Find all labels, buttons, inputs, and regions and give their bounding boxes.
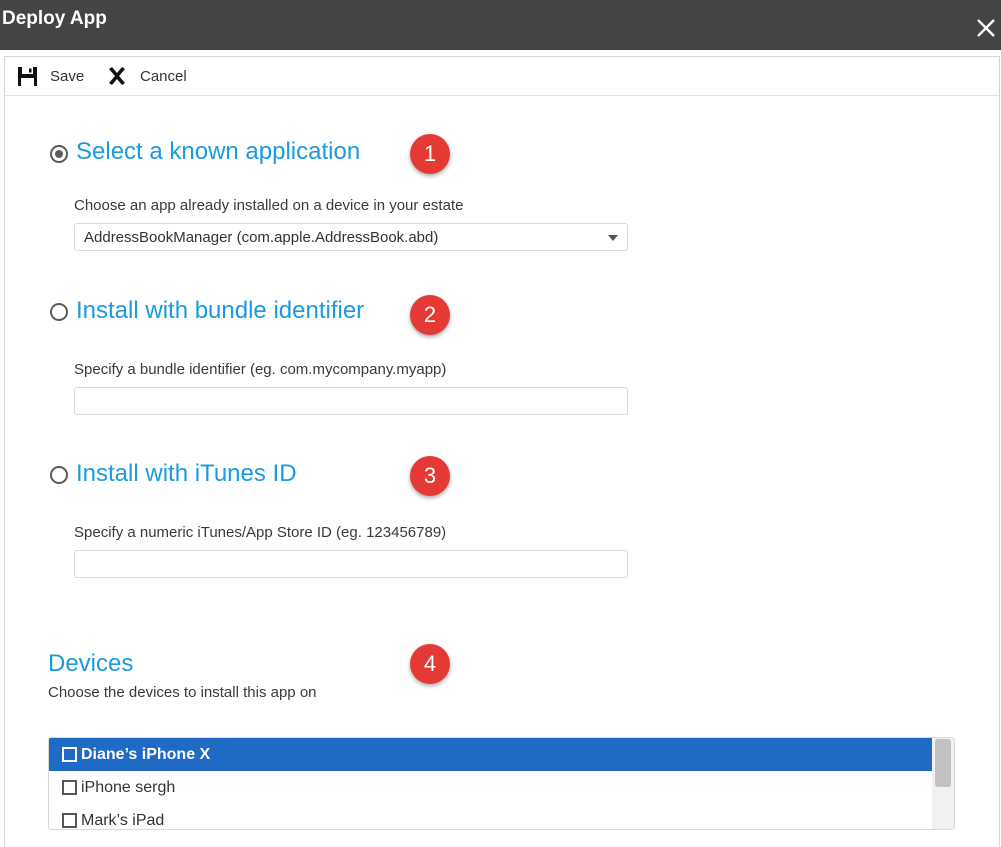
toolbar: Save Cancel [4, 56, 1000, 96]
device-label: Mark’s iPad [81, 811, 165, 829]
scrollbar-thumb[interactable] [935, 739, 951, 787]
step-badge-2: 2 [410, 295, 450, 335]
save-label: Save [50, 67, 85, 85]
step-badge-3: 3 [410, 456, 450, 496]
bundle-identifier-input[interactable] [74, 387, 628, 415]
x-icon [109, 67, 125, 85]
device-label: iPhone sergh [81, 778, 176, 796]
step-badge-4: 4 [410, 644, 450, 684]
device-row[interactable]: Diane’s iPhone X [49, 738, 933, 771]
dialog-titlebar: Deploy App [0, 0, 1001, 50]
dialog-content: Select a known application 1 Choose an a… [4, 95, 1000, 847]
option-heading-known-application[interactable]: Select a known application [76, 138, 360, 166]
bundle-identifier-label: Specify a bundle identifier (eg. com.myc… [74, 361, 447, 378]
device-label: Diane’s iPhone X [81, 745, 211, 763]
save-button[interactable]: Save [17, 57, 84, 95]
scrollbar[interactable] [932, 738, 954, 829]
radio-known-application[interactable] [50, 145, 68, 163]
dropdown-arrow-icon [608, 235, 618, 241]
select-value: AddressBookManager (com.apple.AddressBoo… [84, 229, 439, 246]
known-application-select[interactable]: AddressBookManager (com.apple.AddressBoo… [74, 223, 628, 251]
cancel-button[interactable]: Cancel [106, 57, 187, 95]
checkbox[interactable] [62, 747, 77, 762]
radio-bundle-identifier[interactable] [50, 303, 68, 321]
devices-subtitle: Choose the devices to install this app o… [48, 684, 317, 701]
devices-heading: Devices [48, 650, 134, 677]
device-list[interactable]: Diane’s iPhone X iPhone sergh Mark’s iPa… [48, 737, 955, 830]
checkbox[interactable] [62, 813, 77, 828]
itunes-id-label: Specify a numeric iTunes/App Store ID (e… [74, 524, 447, 541]
floppy-disk-icon [18, 66, 37, 86]
itunes-id-input[interactable] [74, 550, 628, 578]
step-badge-1: 1 [410, 134, 450, 174]
radio-itunes-id[interactable] [50, 466, 68, 484]
option-heading-itunes-id[interactable]: Install with iTunes ID [76, 460, 297, 488]
checkbox[interactable] [62, 780, 77, 795]
dialog-title: Deploy App [2, 8, 107, 29]
option-heading-bundle-identifier[interactable]: Install with bundle identifier [76, 297, 364, 325]
close-icon[interactable] [975, 17, 997, 39]
known-application-label: Choose an app already installed on a dev… [74, 197, 464, 214]
device-row[interactable]: Mark’s iPad [49, 804, 933, 829]
device-row[interactable]: iPhone sergh [49, 771, 933, 804]
cancel-label: Cancel [140, 67, 187, 85]
